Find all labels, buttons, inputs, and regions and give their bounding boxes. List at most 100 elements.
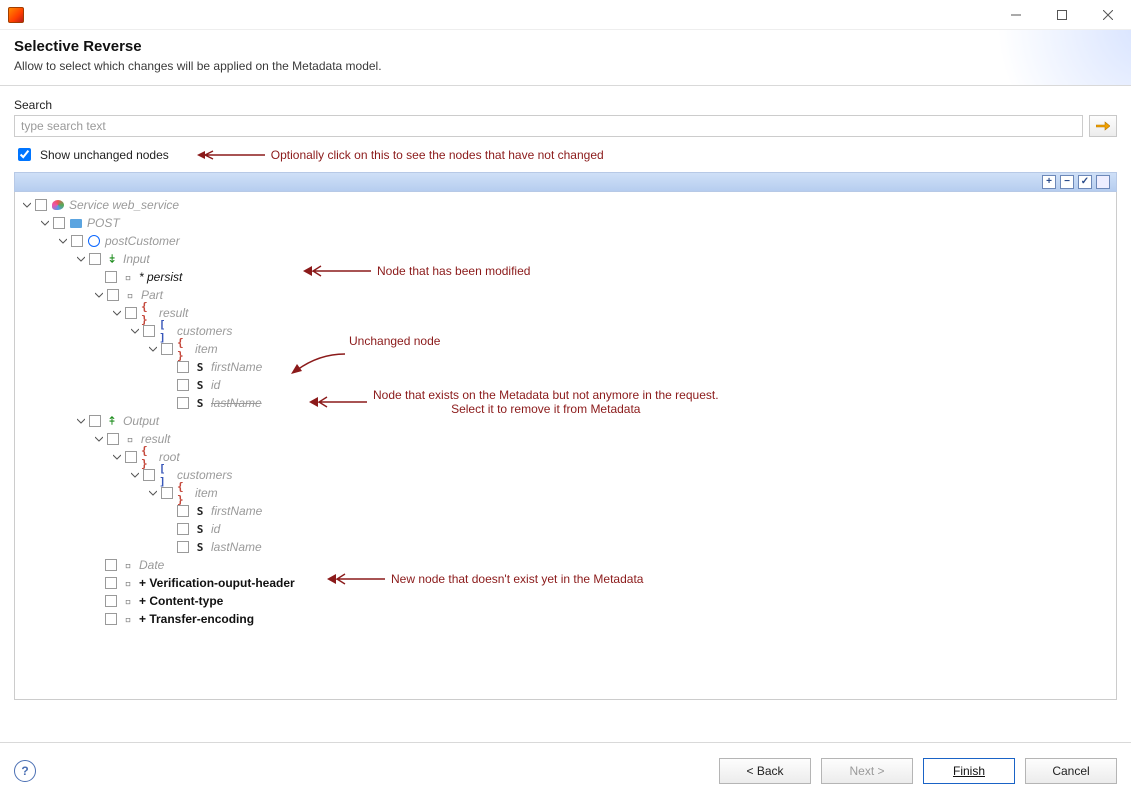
tree-checkbox[interactable] <box>143 325 155 337</box>
chevron-down-icon[interactable] <box>111 451 123 463</box>
uncheck-all-button[interactable] <box>1096 175 1110 189</box>
object-icon: { } <box>177 487 191 499</box>
tree-checkbox[interactable] <box>177 541 189 553</box>
finish-button[interactable]: Finish <box>923 758 1015 784</box>
chevron-down-icon[interactable] <box>39 217 51 229</box>
tree-row-output[interactable]: ⤉ Output <box>21 412 1110 430</box>
chevron-down-icon[interactable] <box>93 433 105 445</box>
tree-checkbox[interactable] <box>107 433 119 445</box>
maximize-button[interactable] <box>1039 0 1085 30</box>
tree-row-content-type[interactable]: ▫ + Content-type <box>21 592 1110 610</box>
array-icon: [ ] <box>159 469 173 481</box>
chevron-down-icon[interactable] <box>147 343 159 355</box>
tree-checkbox[interactable] <box>161 487 173 499</box>
expand-all-button[interactable]: + <box>1042 175 1056 189</box>
collapse-all-button[interactable]: − <box>1060 175 1074 189</box>
tree-checkbox[interactable] <box>177 523 189 535</box>
tree-row-result2[interactable]: ▫ result <box>21 430 1110 448</box>
back-button[interactable]: < Back <box>719 758 811 784</box>
next-button: Next > <box>821 758 913 784</box>
tree-row-id2[interactable]: S id <box>21 520 1110 538</box>
help-button[interactable]: ? <box>14 760 36 782</box>
property-icon: ▫ <box>121 577 135 589</box>
tree-checkbox[interactable] <box>89 253 101 265</box>
tree-row-item2[interactable]: { } item <box>21 484 1110 502</box>
object-icon: { } <box>141 451 155 463</box>
string-icon: S <box>193 541 207 553</box>
tree-checkbox[interactable] <box>125 451 137 463</box>
tree-panel[interactable]: Node that has been modified Unchanged no… <box>14 192 1117 700</box>
tree-row-lastName2[interactable]: S lastName <box>21 538 1110 556</box>
tree-checkbox[interactable] <box>107 289 119 301</box>
header-decoration <box>941 30 1131 85</box>
tree-checkbox[interactable] <box>71 235 83 247</box>
string-icon: S <box>193 361 207 373</box>
annotation-arrow-icon <box>195 150 265 160</box>
tree-row-id[interactable]: S id <box>21 376 1110 394</box>
tree-checkbox[interactable] <box>177 361 189 373</box>
tree-checkbox[interactable] <box>177 505 189 517</box>
dialog-body: Search Show unchanged nodes Optionally c… <box>0 86 1131 742</box>
tree-row-op[interactable]: postCustomer <box>21 232 1110 250</box>
tree-row-post[interactable]: POST <box>21 214 1110 232</box>
property-icon: ▫ <box>121 613 135 625</box>
tree-row-service[interactable]: Service web_service <box>21 196 1110 214</box>
show-unchanged-checkbox[interactable] <box>18 148 31 161</box>
app-icon <box>8 7 24 23</box>
chevron-down-icon[interactable] <box>21 199 33 211</box>
tree-toolbar: + − ✓ <box>14 172 1117 192</box>
object-icon: { } <box>141 307 155 319</box>
minimize-button[interactable] <box>993 0 1039 30</box>
chevron-down-icon[interactable] <box>57 235 69 247</box>
tree-checkbox[interactable] <box>177 379 189 391</box>
tree-checkbox[interactable] <box>105 271 117 283</box>
array-icon: [ ] <box>159 325 173 337</box>
tree-row-item[interactable]: { } item <box>21 340 1110 358</box>
close-button[interactable] <box>1085 0 1131 30</box>
tree-row-date[interactable]: ▫ Date <box>21 556 1110 574</box>
tree-checkbox[interactable] <box>143 469 155 481</box>
tree-checkbox[interactable] <box>105 559 117 571</box>
tree-row-lastName-deleted[interactable]: S lastName <box>21 394 1110 412</box>
output-icon: ⤉ <box>105 415 119 427</box>
check-all-button[interactable]: ✓ <box>1078 175 1092 189</box>
search-input[interactable] <box>14 115 1083 137</box>
chevron-down-icon[interactable] <box>129 325 141 337</box>
tree-checkbox[interactable] <box>105 613 117 625</box>
chevron-down-icon[interactable] <box>111 307 123 319</box>
chevron-down-icon[interactable] <box>129 469 141 481</box>
property-icon: ▫ <box>121 559 135 571</box>
chevron-down-icon[interactable] <box>75 253 87 265</box>
arrow-right-icon <box>1096 121 1110 131</box>
tree-checkbox[interactable] <box>177 397 189 409</box>
titlebar <box>0 0 1131 30</box>
tree-row-part[interactable]: ▫ Part <box>21 286 1110 304</box>
tree-row-firstName2[interactable]: S firstName <box>21 502 1110 520</box>
tree-row-transfer-encoding[interactable]: ▫ + Transfer-encoding <box>21 610 1110 628</box>
tree-checkbox[interactable] <box>161 343 173 355</box>
string-icon: S <box>193 379 207 391</box>
search-label: Search <box>14 98 1117 112</box>
tree-row-input[interactable]: ⤈ Input <box>21 250 1110 268</box>
tree-checkbox[interactable] <box>105 595 117 607</box>
tree-row-verification-header[interactable]: ▫ + Verification-ouput-header <box>21 574 1110 592</box>
tree-checkbox[interactable] <box>53 217 65 229</box>
cancel-button[interactable]: Cancel <box>1025 758 1117 784</box>
property-icon: ▫ <box>123 433 137 445</box>
tree-checkbox[interactable] <box>125 307 137 319</box>
tree-row-persist[interactable]: ▫ * persist <box>21 268 1110 286</box>
search-go-button[interactable] <box>1089 115 1117 137</box>
chevron-down-icon[interactable] <box>147 487 159 499</box>
tree-row-firstName[interactable]: S firstName <box>21 358 1110 376</box>
tree-checkbox[interactable] <box>105 577 117 589</box>
tree-checkbox[interactable] <box>89 415 101 427</box>
folder-icon <box>69 217 83 229</box>
property-icon: ▫ <box>121 595 135 607</box>
chevron-down-icon[interactable] <box>93 289 105 301</box>
tree-checkbox[interactable] <box>35 199 47 211</box>
chevron-down-icon[interactable] <box>75 415 87 427</box>
string-icon: S <box>193 505 207 517</box>
tree-row-result[interactable]: { } result <box>21 304 1110 322</box>
input-icon: ⤈ <box>105 253 119 265</box>
tree-row-root[interactable]: { } root <box>21 448 1110 466</box>
